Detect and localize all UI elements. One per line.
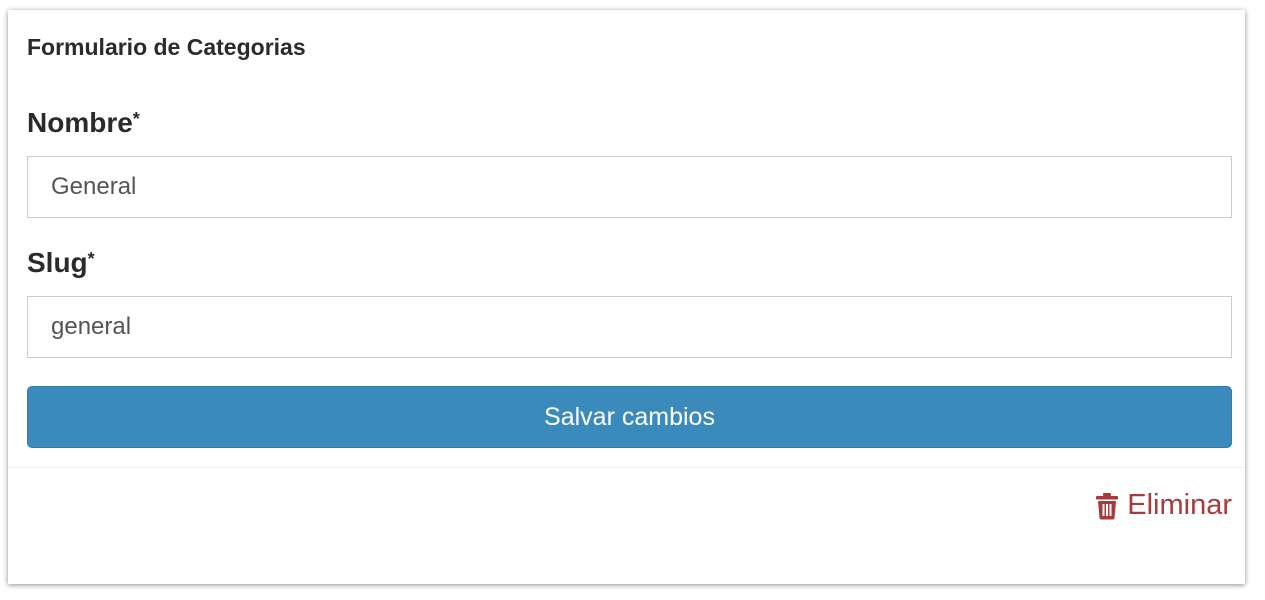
delete-label: Eliminar — [1127, 489, 1232, 521]
category-form-panel: Formulario de Categorias Nombre* Slug* S… — [8, 10, 1245, 584]
trash-icon — [1096, 492, 1119, 519]
nombre-label-text: Nombre — [27, 107, 133, 138]
slug-input[interactable] — [27, 296, 1232, 358]
slug-label: Slug* — [27, 247, 95, 279]
footer-divider — [8, 467, 1245, 468]
required-mark: * — [87, 249, 95, 269]
nombre-label: Nombre* — [27, 107, 140, 139]
panel-title: Formulario de Categorias — [27, 34, 306, 60]
slug-label-text: Slug — [27, 247, 88, 278]
required-mark: * — [132, 109, 140, 129]
delete-link[interactable]: Eliminar — [1095, 489, 1232, 522]
nombre-input[interactable] — [27, 156, 1232, 218]
save-changes-button[interactable]: Salvar cambios — [27, 386, 1232, 448]
